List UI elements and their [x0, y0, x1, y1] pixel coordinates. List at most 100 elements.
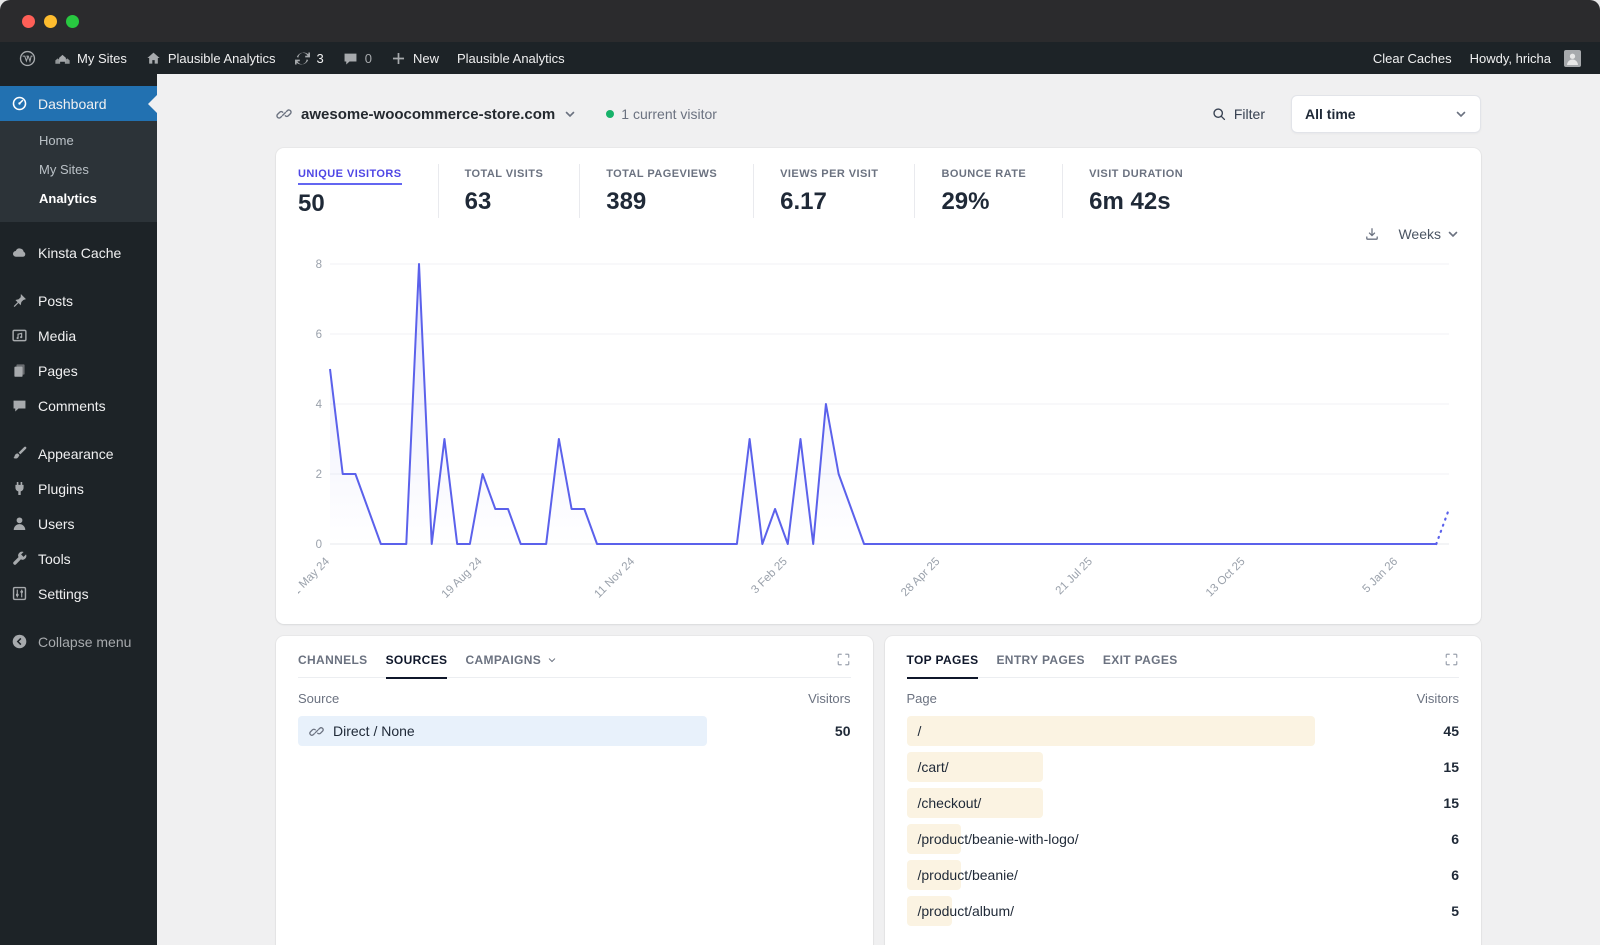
cloud-icon	[12, 248, 26, 257]
sidebar-item-label: Appearance	[38, 445, 114, 462]
row-label-text: /checkout/	[917, 795, 982, 811]
sidebar-item-label: Pages	[38, 362, 78, 379]
minimize-window-button[interactable]	[44, 14, 57, 28]
wp-logo-menu[interactable]	[10, 42, 45, 74]
site-menu-label: Plausible Analytics	[167, 50, 276, 66]
row-label-text: /cart/	[917, 759, 949, 775]
sidebar-item-label: Tools	[38, 550, 71, 567]
tab-campaigns[interactable]: CAMPAIGNS	[465, 653, 558, 667]
new-content-menu[interactable]: New	[381, 42, 448, 74]
sidebar-item-users[interactable]: Users	[0, 506, 157, 541]
row-label: /product/beanie-with-logo/	[907, 831, 1079, 847]
current-visitors-indicator[interactable]: 1 current visitor	[606, 106, 717, 122]
metric-value: 6m 42s	[1089, 188, 1171, 215]
metric-unique-visitors[interactable]: UNIQUE VISITORS 50	[298, 164, 438, 218]
interval-dropdown[interactable]: Weeks	[1398, 226, 1459, 242]
x-axis-tick-label: 21 Jul 25	[1054, 556, 1095, 597]
updates-icon	[294, 52, 310, 64]
wp-admin-bar: My Sites Plausible Analytics 3 0 New Pla…	[0, 42, 1600, 74]
clear-caches-button[interactable]: Clear Caches	[1364, 42, 1461, 74]
row-label: /product/beanie/	[907, 867, 1018, 883]
filter-label: Filter	[1233, 106, 1265, 122]
site-domain: awesome-woocommerce-store.com	[301, 105, 556, 123]
sources-row-direct-none[interactable]: Direct / None 50	[298, 716, 851, 746]
menu-separator	[0, 222, 157, 235]
current-visitors-label: 1 current visitor	[621, 106, 717, 122]
site-selector-dropdown[interactable]: awesome-woocommerce-store.com	[276, 106, 576, 123]
pages-row-cart[interactable]: /cart/15	[906, 752, 1459, 782]
pages-row-product-album[interactable]: /product/album/5	[906, 896, 1459, 926]
close-window-button[interactable]	[22, 14, 35, 28]
sources-expand-button[interactable]	[836, 652, 851, 667]
site-menu[interactable]: Plausible Analytics	[136, 42, 285, 74]
tab-entry-pages[interactable]: ENTRY PAGES	[996, 653, 1084, 667]
media-icon	[12, 329, 27, 342]
sidebar-item-dashboard[interactable]: Dashboard	[0, 86, 157, 121]
row-value: 5	[1451, 903, 1459, 919]
sidebar-item-collapse-menu[interactable]: Collapse menu	[0, 624, 157, 659]
pages-table-header: Page Visitors	[907, 691, 1460, 706]
sidebar-item-plugins[interactable]: Plugins	[0, 471, 157, 506]
pages-row-product-beanie[interactable]: /product/beanie/6	[906, 860, 1459, 890]
row-label-text: /product/album/	[917, 903, 1015, 919]
admin-bar-right: Clear Caches Howdy, hricha	[1364, 42, 1590, 74]
tab-channels[interactable]: CHANNELS	[298, 653, 368, 667]
row-label: /checkout/	[907, 795, 982, 811]
metric-bounce-rate[interactable]: BOUNCE RATE 29%	[914, 164, 1062, 218]
sidebar-subitem-my-sites[interactable]: My Sites	[0, 155, 157, 184]
download-export-button[interactable]	[1364, 226, 1380, 242]
metric-label: TOTAL VISITS	[464, 168, 544, 180]
tab-top-pages[interactable]: TOP PAGES	[906, 653, 979, 679]
pages-row-[interactable]: / 45	[906, 716, 1459, 746]
filter-button[interactable]: Filter	[1211, 106, 1265, 122]
account-menu[interactable]: Howdy, hricha	[1461, 42, 1590, 74]
row-label-text: /	[917, 723, 922, 739]
comment-bubble-icon	[344, 53, 357, 64]
link-icon	[276, 109, 292, 119]
pages-row-product-beanie-with-logo[interactable]: /product/beanie-with-logo/6	[906, 824, 1459, 854]
tab-exit-pages[interactable]: EXIT PAGES	[1103, 653, 1178, 667]
brush-icon	[13, 446, 27, 459]
x-axis-tick-label: 19 Aug 24	[440, 555, 486, 601]
x-axis-tick-label: 31 May 24	[298, 555, 333, 602]
tab-sources[interactable]: SOURCES	[385, 652, 448, 679]
sidebar-item-posts[interactable]: Posts	[0, 283, 157, 318]
expand-icon	[1445, 653, 1458, 666]
metric-views-per-visit[interactable]: VIEWS PER VISIT 6.17	[753, 164, 914, 218]
metric-total-visits[interactable]: TOTAL VISITS 63	[437, 164, 580, 218]
row-label-text: Direct / None	[333, 723, 415, 739]
metric-value: 389	[606, 188, 647, 215]
metric-total-pageviews[interactable]: TOTAL PAGEVIEWS 389	[579, 164, 753, 218]
sidebar-subitem-analytics[interactable]: Analytics	[0, 184, 157, 213]
x-axis-tick-label: 13 Oct 25	[1204, 556, 1248, 600]
sidebar-subitem-home[interactable]: Home	[0, 126, 157, 155]
pages-panel: TOP PAGES ENTRY PAGES EXIT PAGES Page Visito…	[884, 636, 1481, 945]
row-value: 45	[1443, 723, 1459, 739]
pages-row-checkout[interactable]: /checkout/15	[906, 788, 1459, 818]
home-icon	[147, 52, 160, 64]
comments-menu[interactable]: 0	[333, 42, 381, 74]
sidebar-item-pages[interactable]: Pages	[0, 353, 157, 388]
sidebar-item-kinsta-cache[interactable]: Kinsta Cache	[0, 235, 157, 270]
dashboard-submenu: Home My Sites Analytics	[0, 121, 157, 222]
sidebar-item-appearance[interactable]: Appearance	[0, 436, 157, 471]
sidebar-item-settings[interactable]: Settings	[0, 576, 157, 611]
my-sites-menu[interactable]: My Sites	[45, 42, 136, 74]
updates-menu[interactable]: 3	[285, 42, 333, 74]
y-axis-tick-label: 8	[316, 259, 322, 271]
pages-expand-button[interactable]	[1444, 652, 1459, 667]
metric-label: VISIT DURATION	[1089, 168, 1184, 180]
sidebar-item-media[interactable]: Media	[0, 318, 157, 353]
sidebar-item-tools[interactable]: Tools	[0, 541, 157, 576]
tab-label: SOURCES	[385, 652, 448, 667]
visitors-line-chart[interactable]: 0 2 4 6 8 31 May 24 19 Aug 24 11 Nov 24 3 Feb 25…	[298, 250, 1459, 618]
my-sites-icon	[55, 54, 70, 64]
zoom-window-button[interactable]	[66, 14, 79, 28]
column-header-right: Visitors	[808, 691, 851, 706]
date-range-dropdown[interactable]: All time	[1291, 95, 1481, 133]
sidebar-item-comments[interactable]: Comments	[0, 388, 157, 423]
sidebar-item-label: Users	[38, 515, 75, 532]
metric-visit-duration[interactable]: VISIT DURATION 6m 42s	[1062, 164, 1219, 218]
row-label: /cart/	[907, 759, 949, 775]
y-axis-tick-label: 6	[316, 329, 322, 341]
